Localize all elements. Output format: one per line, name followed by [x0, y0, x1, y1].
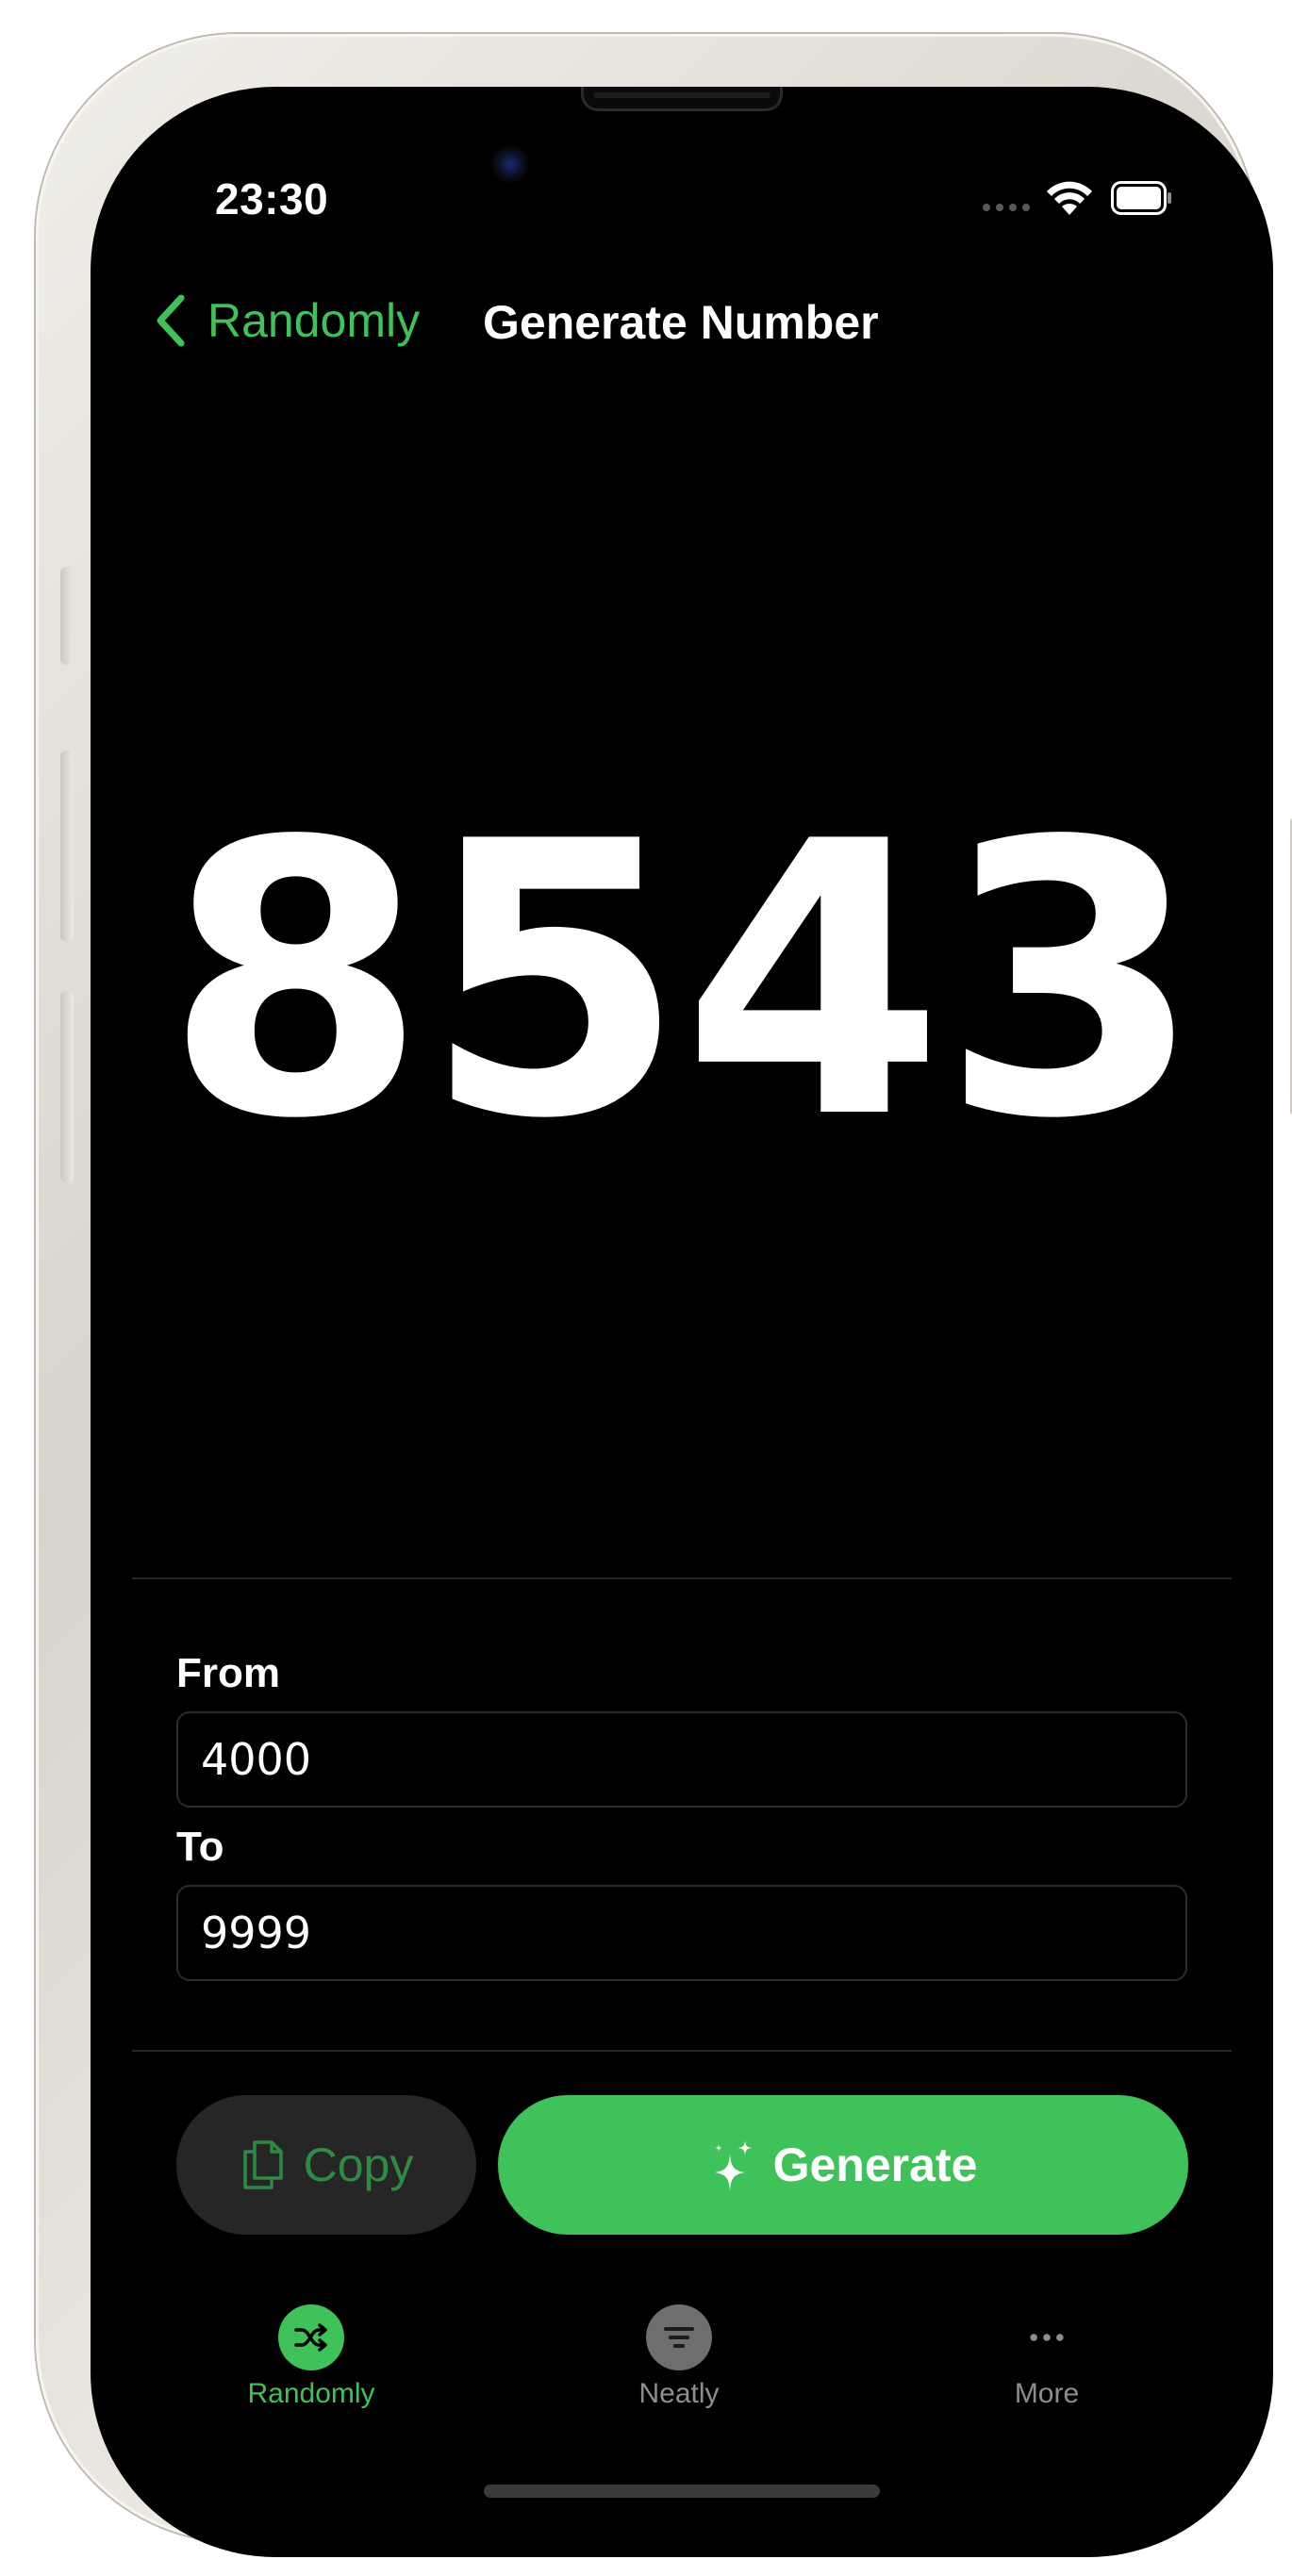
volume-down-button — [60, 991, 74, 1182]
status-time: 23:30 — [215, 174, 329, 223]
home-indicator[interactable] — [484, 2485, 880, 2498]
divider — [132, 2050, 1232, 2052]
generated-number: 8543 — [164, 763, 1202, 1201]
chevron-left-icon — [157, 294, 185, 347]
from-field[interactable] — [176, 1711, 1187, 1808]
front-camera — [491, 145, 529, 183]
battery-icon — [1111, 181, 1171, 215]
copy-icon — [242, 2140, 283, 2189]
more-dots-icon — [1014, 2304, 1080, 2370]
shuffle-icon — [278, 2304, 344, 2370]
volume-up-button — [60, 751, 74, 942]
filter-icon — [646, 2304, 712, 2370]
page-title: Generate Number — [483, 296, 879, 349]
tab-neatly[interactable]: Neatly — [556, 2304, 802, 2410]
action-button — [60, 567, 74, 665]
sparkles-icon — [714, 2140, 753, 2191]
from-label: From — [176, 1650, 280, 1696]
divider — [132, 1577, 1232, 1579]
tab-more[interactable]: More — [924, 2304, 1169, 2410]
screen: 23:30 Randomly Generate Number 8543 From — [91, 87, 1273, 2557]
copy-button[interactable]: Copy — [176, 2095, 476, 2235]
tab-randomly[interactable]: Randomly — [189, 2304, 434, 2410]
phone-frame: 23:30 Randomly Generate Number 8543 From — [36, 34, 1292, 2557]
back-button[interactable]: Randomly — [153, 292, 420, 349]
speaker-grille — [581, 87, 783, 111]
generate-button-label: Generate — [772, 2138, 978, 2191]
to-input[interactable] — [199, 1907, 1185, 1959]
from-input[interactable] — [199, 1733, 1185, 1786]
tab-randomly-label: Randomly — [247, 2378, 375, 2409]
tab-neatly-label: Neatly — [638, 2378, 720, 2409]
tab-more-label: More — [1014, 2378, 1080, 2409]
copy-button-label: Copy — [303, 2138, 414, 2191]
to-field[interactable] — [176, 1885, 1187, 1981]
cellular-signal-icon — [983, 204, 1030, 211]
generate-button[interactable]: Generate — [498, 2095, 1188, 2235]
wifi-icon — [1047, 181, 1092, 215]
to-label: To — [176, 1824, 224, 1870]
back-button-label: Randomly — [207, 294, 421, 347]
